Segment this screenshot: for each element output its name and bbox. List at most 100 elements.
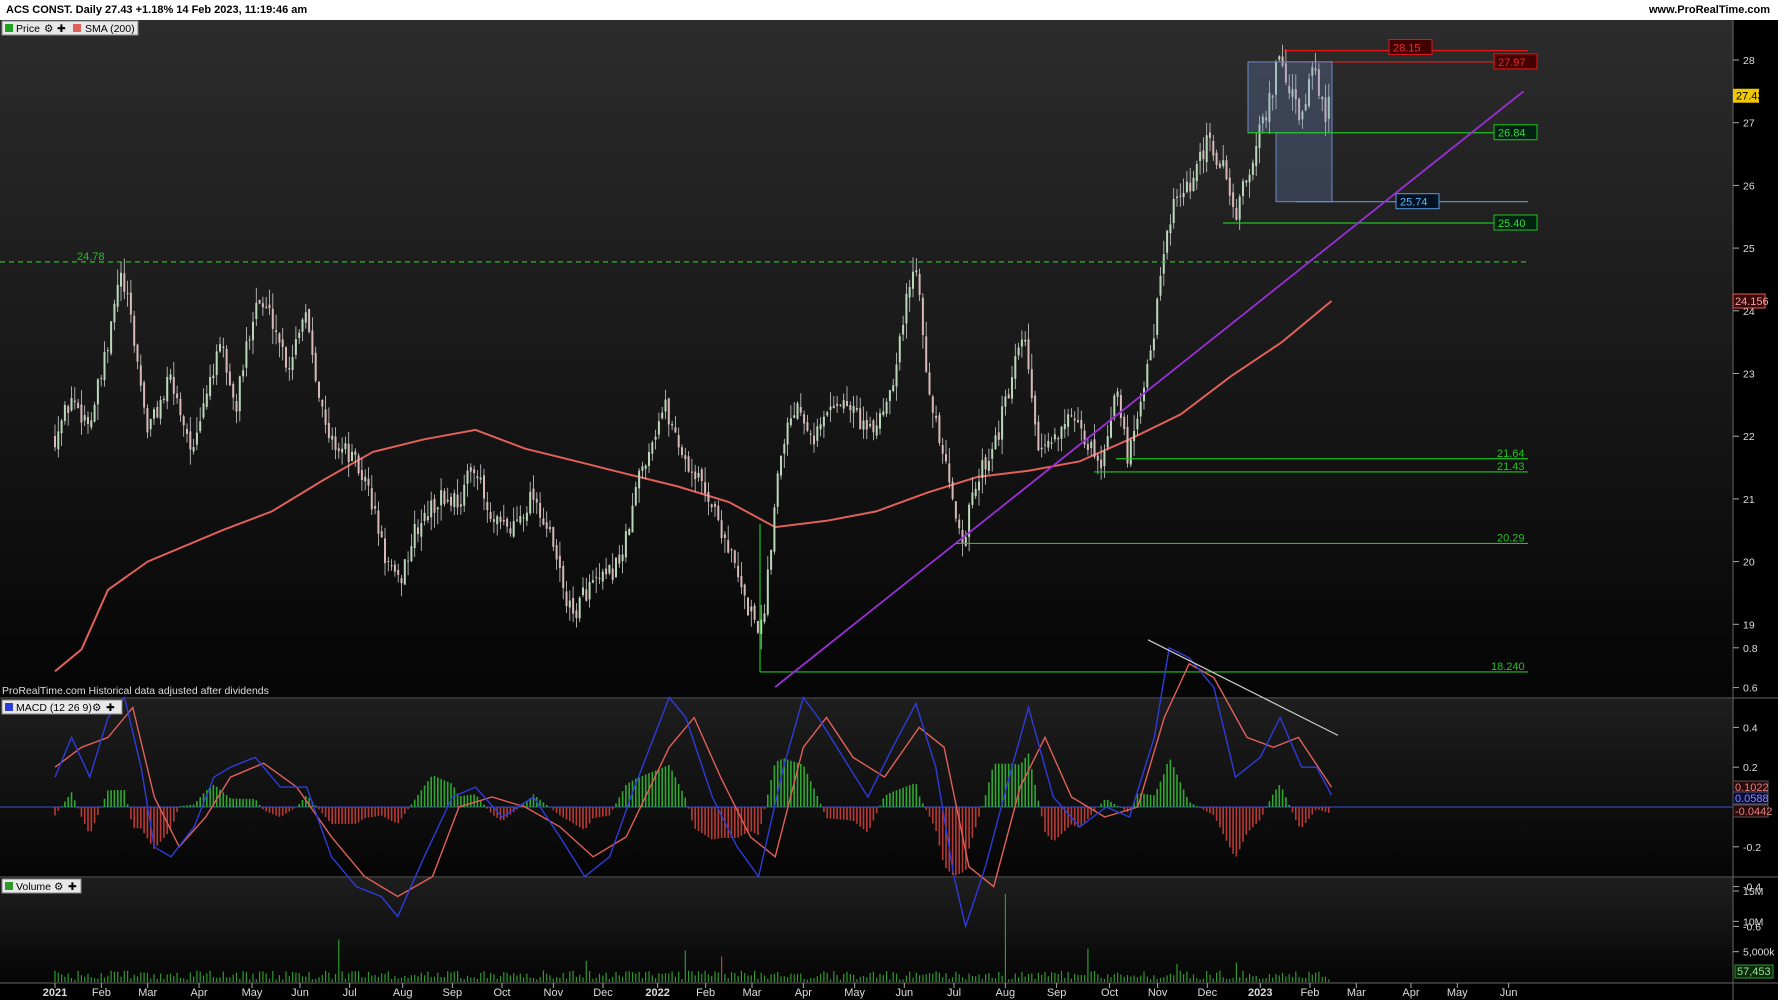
candle-body xyxy=(799,407,802,413)
wrench-icon[interactable]: ⚙ xyxy=(92,702,101,714)
macd-histogram-bar xyxy=(341,807,343,824)
level-label-20-29: 20.29 xyxy=(1497,532,1525,544)
candle-body xyxy=(654,436,657,440)
macd-histogram-bar xyxy=(889,793,891,807)
candle-body xyxy=(908,287,911,298)
price-panel-tag[interactable]: Price ⚙ ✚ SMA (200) xyxy=(1,20,139,36)
candle-body xyxy=(1212,141,1215,156)
macd-histogram-bar xyxy=(971,807,974,838)
candle-body xyxy=(166,377,169,402)
level-label-21-43: 21.43 xyxy=(1497,461,1525,473)
candle-body xyxy=(1047,440,1050,448)
macd-histogram-bar xyxy=(1004,763,1007,807)
macd-histogram-bar xyxy=(823,807,825,812)
candle-body xyxy=(486,502,489,510)
candle-body xyxy=(595,576,598,578)
candle-body xyxy=(1136,418,1139,430)
macd-histogram-bar xyxy=(1225,807,1228,841)
price-axis-label: 22 xyxy=(1743,431,1755,443)
level-label-26-84: 26.84 xyxy=(1498,128,1526,140)
macd-histogram-bar xyxy=(1232,807,1234,854)
macd-histogram-bar xyxy=(994,763,997,807)
candle-body xyxy=(591,580,594,583)
macd-histogram-bar xyxy=(1080,807,1083,827)
candle-body xyxy=(529,491,532,514)
macd-histogram-bar xyxy=(225,795,228,807)
candle-body xyxy=(304,312,307,323)
candle-body xyxy=(1159,275,1162,296)
candle-body xyxy=(162,399,165,400)
x-axis-label: Mar xyxy=(1347,987,1366,999)
volume-axis-label: 15M xyxy=(1743,886,1763,898)
x-axis-label: Dec xyxy=(593,987,613,999)
candle-body xyxy=(1232,192,1235,207)
candle-body xyxy=(298,332,301,338)
candle-body xyxy=(945,454,947,462)
stock-chart[interactable]: 24.78 27.97 28.15 25.74 26.84 25.40 21.6421.43… xyxy=(0,0,1778,1000)
macd-histogram-bar xyxy=(978,807,980,817)
macd-histogram-bar xyxy=(519,806,522,808)
macd-histogram-bar xyxy=(1103,799,1106,807)
macd-histogram-bar xyxy=(750,807,753,832)
candle-body xyxy=(215,351,218,375)
candle-body xyxy=(1152,338,1155,351)
candle-body xyxy=(413,523,416,549)
macd-histogram-bar xyxy=(585,807,588,829)
macd-histogram-bar xyxy=(506,807,508,818)
candle-body xyxy=(1172,199,1175,224)
macd-histogram-bar xyxy=(1215,807,1218,821)
x-axis-label: Jun xyxy=(1500,987,1518,999)
candle-body xyxy=(898,336,901,363)
macd-histogram-bar xyxy=(859,807,861,827)
macd-histogram-bar xyxy=(87,807,89,832)
candle-body xyxy=(133,315,136,346)
candle-body xyxy=(443,491,446,505)
wrench-icon[interactable]: ⚙ xyxy=(44,23,53,35)
candle-body xyxy=(1020,339,1023,347)
candle-body xyxy=(638,470,641,489)
candle-body xyxy=(179,398,182,416)
macd-value-tag: 0.0588 xyxy=(1735,793,1769,805)
candle-body xyxy=(621,554,624,562)
macd-histogram-bar xyxy=(856,807,858,824)
candle-body xyxy=(552,527,555,547)
candle-body xyxy=(1113,395,1116,419)
add-indicator-icon[interactable]: ✚ xyxy=(57,23,66,35)
candle-body xyxy=(568,600,571,608)
volume-panel-bg xyxy=(0,878,1733,983)
candle-body xyxy=(879,413,881,429)
add-indicator-icon[interactable]: ✚ xyxy=(68,881,77,893)
candle-body xyxy=(525,512,528,521)
macd-histogram-bar xyxy=(549,807,551,808)
macd-histogram-bar xyxy=(417,794,419,807)
macd-histogram-bar xyxy=(879,805,881,807)
volume-panel-tag[interactable]: Volume ⚙ ✚ xyxy=(1,878,82,894)
candle-body xyxy=(1126,426,1129,464)
macd-histogram-bar xyxy=(199,797,201,807)
macd-histogram-bar xyxy=(542,802,545,807)
wrench-icon[interactable]: ⚙ xyxy=(54,881,63,893)
candle-body xyxy=(139,365,142,386)
candle-body xyxy=(436,507,439,510)
candle-body xyxy=(809,433,812,435)
macd-histogram-bar xyxy=(908,785,911,807)
add-indicator-icon[interactable]: ✚ xyxy=(106,702,115,714)
macd-histogram-bar xyxy=(974,807,977,828)
macd-panel-tag[interactable]: MACD (12 26 9) ⚙ ✚ xyxy=(1,699,123,715)
macd-histogram-bar xyxy=(1017,764,1020,807)
macd-histogram-bar xyxy=(1265,807,1267,808)
candle-body xyxy=(235,401,238,412)
macd-histogram-bar xyxy=(1159,781,1162,807)
macd-histogram-bar xyxy=(757,807,759,835)
macd-histogram-bar xyxy=(734,807,736,838)
macd-histogram-bar xyxy=(809,781,812,807)
candle-body xyxy=(1192,177,1195,191)
candle-body xyxy=(311,330,314,355)
macd-histogram-bar xyxy=(255,800,258,807)
macd-histogram-bar xyxy=(367,807,370,818)
candle-body xyxy=(1106,436,1109,448)
candle-body xyxy=(357,455,360,474)
macd-histogram-bar xyxy=(288,807,291,812)
macd-histogram-bar xyxy=(331,807,333,824)
macd-histogram-bar xyxy=(866,807,868,832)
